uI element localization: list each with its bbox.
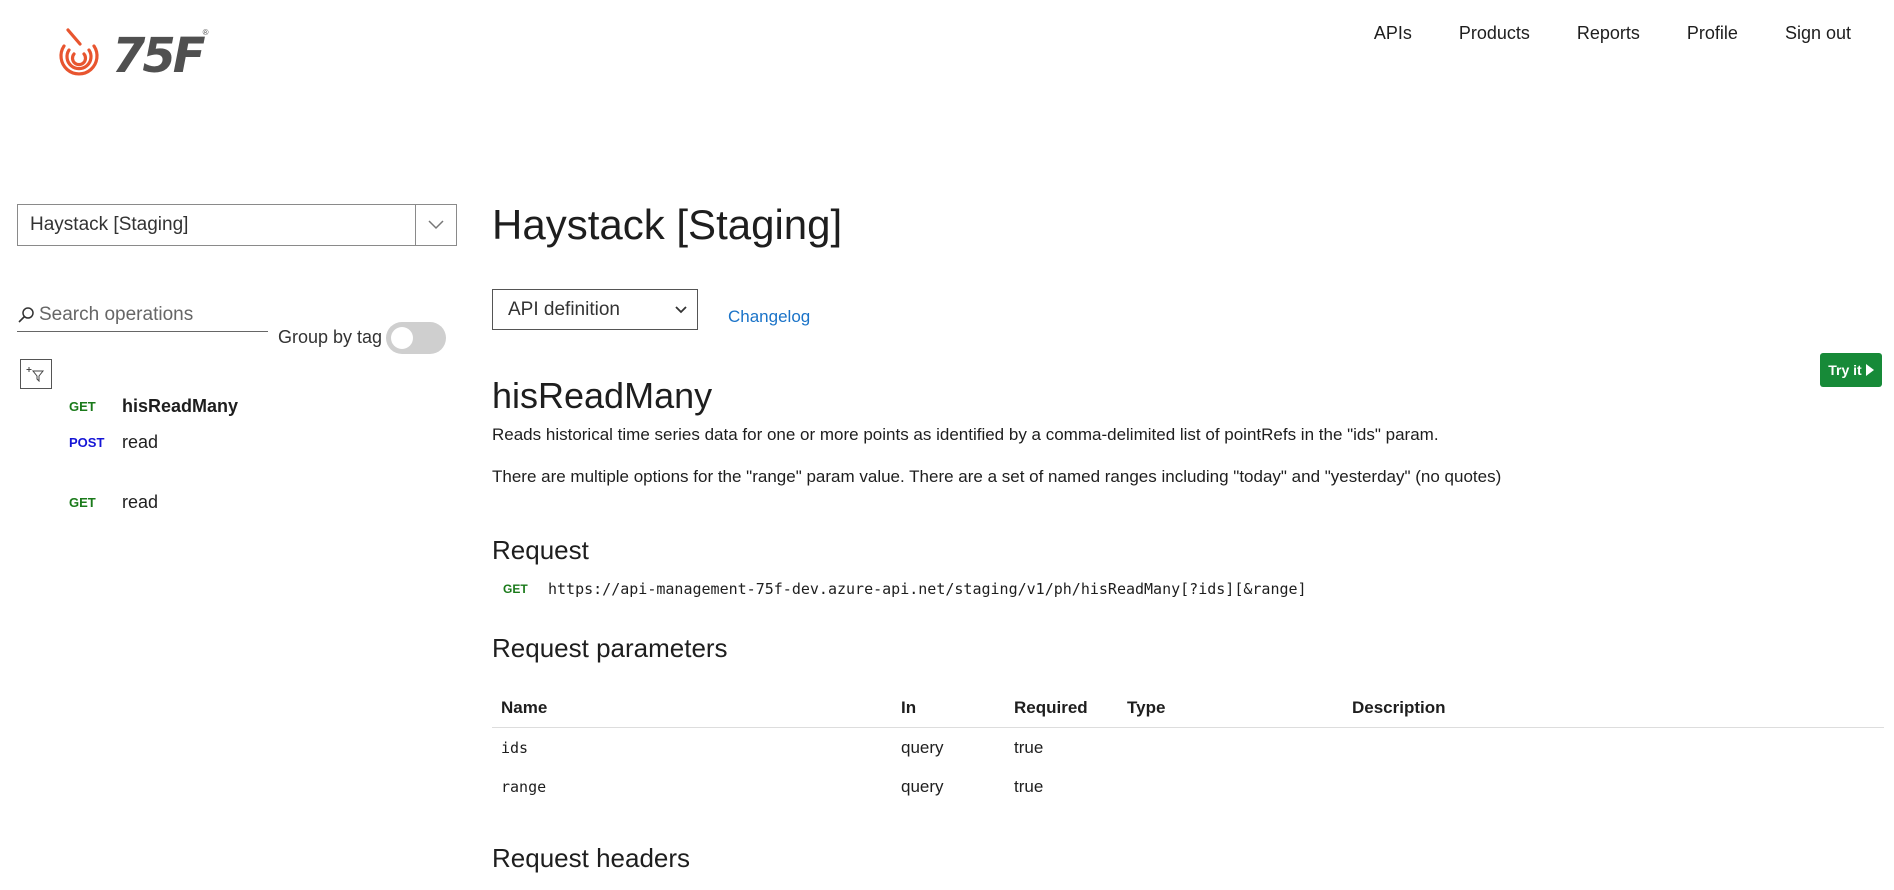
operation-name: read <box>122 492 159 512</box>
request-headers-heading: Request headers <box>492 843 691 873</box>
try-it-button[interactable]: Try it <box>1820 353 1882 387</box>
operation-name: hisReadMany <box>122 396 239 416</box>
operation-item-post-read[interactable]: POST read <box>69 432 158 453</box>
param-required: true <box>1014 777 1044 796</box>
column-header-required: Required <box>1005 690 1118 728</box>
request-url-line: GET https://api-management-75f-dev.azure… <box>503 580 1307 598</box>
nav-products[interactable]: Products <box>1459 23 1530 44</box>
param-type <box>1118 728 1343 768</box>
group-by-tag-label: Group by tag <box>278 327 383 347</box>
operation-description-range: There are multiple options for the "rang… <box>492 467 1502 486</box>
param-description <box>1343 767 1884 806</box>
column-header-type: Type <box>1118 690 1343 728</box>
logo-mark-icon <box>59 28 99 76</box>
operation-method: GET <box>69 495 96 510</box>
request-url: https://api-management-75f-dev.azure-api… <box>548 580 1307 598</box>
request-parameters-heading: Request parameters <box>492 633 728 663</box>
page-title: Haystack [Staging] <box>492 201 843 248</box>
search-operations <box>17 298 268 332</box>
param-description <box>1343 728 1884 768</box>
changelog-link[interactable]: Changelog <box>728 307 810 327</box>
chevron-down-icon <box>428 220 444 230</box>
toggle-knob <box>391 327 413 349</box>
table-header-row: Name In Required Type Description <box>492 690 1884 728</box>
column-header-description: Description <box>1343 690 1884 728</box>
search-input[interactable] <box>35 303 259 326</box>
nav-sign-out[interactable]: Sign out <box>1785 23 1851 44</box>
operation-method: GET <box>69 399 96 414</box>
request-parameters-table: Name In Required Type Description ids qu… <box>492 690 1884 806</box>
api-select-value: Haystack [Staging] <box>30 214 189 235</box>
api-select-dropdown-button[interactable] <box>415 205 456 245</box>
operation-name: read <box>122 432 159 452</box>
operation-item-hisreadmany[interactable]: GET hisReadMany <box>69 396 238 417</box>
filter-button[interactable] <box>20 359 52 389</box>
operation-description: Reads historical time series data for on… <box>492 425 1439 444</box>
request-method: GET <box>503 582 528 596</box>
play-icon <box>1865 364 1874 376</box>
logo-registered-mark: ® <box>202 28 209 37</box>
search-icon <box>18 306 34 323</box>
nav-apis[interactable]: APIs <box>1374 23 1412 44</box>
add-filter-icon <box>26 367 45 382</box>
operation-title: hisReadMany <box>492 375 713 416</box>
param-type <box>1118 767 1343 806</box>
api-definition-value: API definition <box>508 298 620 320</box>
nav-profile[interactable]: Profile <box>1687 23 1738 44</box>
param-in: query <box>901 777 944 796</box>
table-row: range query true <box>492 767 1884 806</box>
table-row: ids query true <box>492 728 1884 768</box>
api-select[interactable]: Haystack [Staging] <box>17 204 457 246</box>
operation-method: POST <box>69 435 105 450</box>
try-it-label: Try it <box>1828 362 1862 378</box>
logo[interactable]: 75F ® <box>50 24 209 88</box>
nav-reports[interactable]: Reports <box>1577 23 1640 44</box>
column-header-in: In <box>892 690 1005 728</box>
request-heading: Request <box>492 535 589 565</box>
column-header-name: Name <box>492 690 892 728</box>
operation-item-get-read[interactable]: GET read <box>69 492 158 513</box>
top-nav: APIs Products Reports Profile Sign out <box>1374 23 1851 44</box>
param-name: range <box>501 778 547 796</box>
group-by-tag-toggle[interactable] <box>386 322 446 354</box>
chevron-down-icon <box>675 305 687 313</box>
param-name: ids <box>501 739 529 757</box>
param-required: true <box>1014 738 1044 757</box>
logo-text: 75F <box>112 28 206 84</box>
param-in: query <box>901 738 944 757</box>
api-definition-select[interactable]: API definition <box>492 289 698 330</box>
